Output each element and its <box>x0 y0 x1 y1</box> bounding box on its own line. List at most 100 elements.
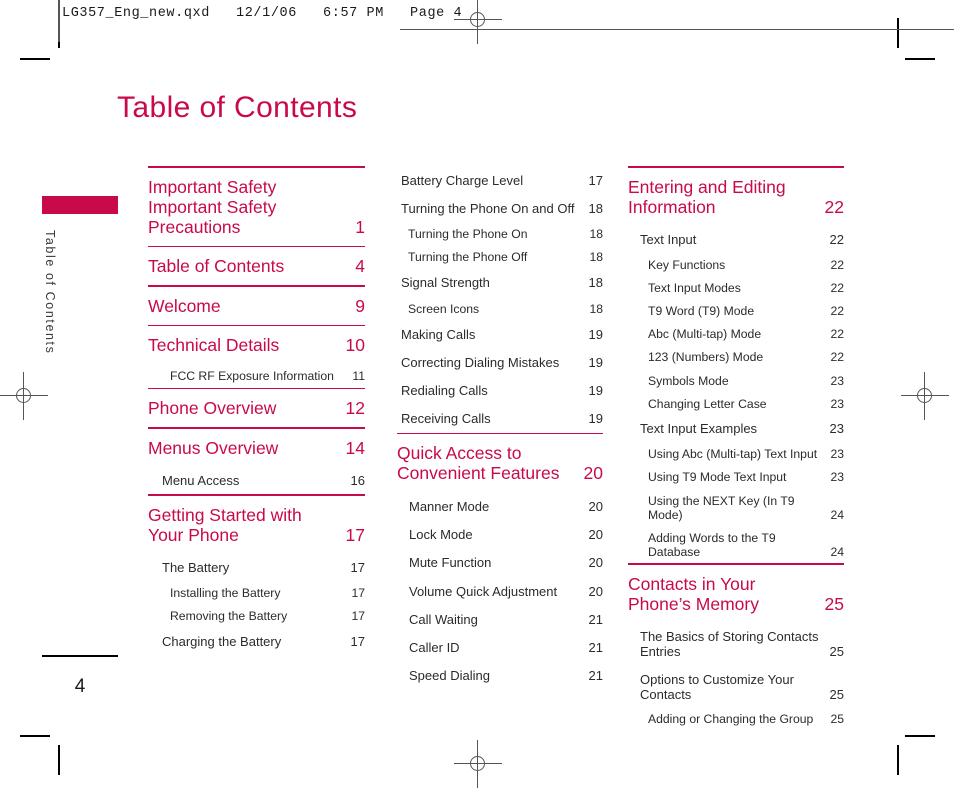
toc-chapter-entry[interactable]: Technical Details 10 <box>148 326 365 364</box>
toc-entry-label: Entering and Editing Information <box>628 176 786 217</box>
toc-sub-entry[interactable]: Speed Dialing 21 <box>397 662 603 690</box>
toc-sub-entry[interactable]: Turning the Phone On and Off 18 <box>397 194 603 222</box>
toc-sub-entry[interactable]: Signal Strength 18 <box>397 269 603 297</box>
crop-mark-top-right-horizontal <box>905 58 935 60</box>
toc-sub-entry[interactable]: Redialing Calls 19 <box>397 377 603 405</box>
toc-entry-page-number: 17 <box>351 585 365 600</box>
toc-entry-label: Turning the Phone On <box>408 226 528 241</box>
toc-chapter-entry[interactable]: Welcome 9 <box>148 287 365 325</box>
toc-sub-entry[interactable]: Turning the Phone Off 18 <box>397 246 603 269</box>
toc-sub-entry[interactable]: The Basics of Storing Contacts Entries 25 <box>628 623 844 665</box>
toc-sub-entry[interactable]: T9 Word (T9) Mode 22 <box>628 299 844 322</box>
toc-sub-entry[interactable]: Key Functions 22 <box>628 253 844 276</box>
toc-sub-entry[interactable]: Symbols Mode 23 <box>628 369 844 392</box>
toc-entry-page-number: 12 <box>345 398 365 419</box>
toc-entry-label: Menu Access <box>162 472 240 488</box>
toc-chapter-entry[interactable]: Important Safety Important Safety Precau… <box>148 168 365 246</box>
toc-sub-entry[interactable]: Screen Icons 18 <box>397 297 603 320</box>
toc-entry-page-number: 17 <box>350 559 365 575</box>
toc-entry-label: Table of Contents <box>148 256 285 277</box>
toc-sub-entry[interactable]: FCC RF Exposure Information 11 <box>148 364 365 387</box>
registration-mark-bottom <box>454 740 502 788</box>
toc-sub-entry[interactable]: Changing Letter Case 23 <box>628 392 844 415</box>
toc-sub-entry[interactable]: 123 (Numbers) Mode 22 <box>628 346 844 369</box>
toc-entry-page-number: 20 <box>588 499 603 515</box>
toc-sub-entry[interactable]: Correcting Dialing Mistakes 19 <box>397 348 603 376</box>
toc-entry-label: Options to Customize Your Contacts <box>640 671 794 702</box>
toc-entry-label: Contacts in Your Phone’s Memory <box>628 574 759 614</box>
toc-entry-page-number: 22 <box>830 350 844 365</box>
toc-sub-entry[interactable]: Charging the Battery 17 <box>148 627 365 654</box>
toc-entry-label: Lock Mode <box>409 527 473 543</box>
toc-sub-entry[interactable]: Text Input 22 <box>628 226 844 253</box>
toc-chapter-entry[interactable]: Contacts in Your Phone’s Memory 25 <box>628 565 844 623</box>
toc-entry-page-number: 22 <box>830 257 844 272</box>
toc-sub-entry[interactable]: Manner Mode 20 <box>397 492 603 520</box>
toc-entry-page-number: 18 <box>588 275 603 291</box>
toc-sub-entry[interactable]: Mute Function 20 <box>397 549 603 577</box>
toc-chapter-entry[interactable]: Phone Overview 12 <box>148 389 365 427</box>
toc-sub-entry[interactable]: Menu Access 16 <box>148 467 365 494</box>
toc-entry-page-number: 17 <box>350 633 365 649</box>
toc-entry-page-number: 11 <box>352 368 365 383</box>
toc-entry-label: Welcome <box>148 295 221 316</box>
toc-column-3: Entering and Editing Information 22 Text I… <box>628 166 844 731</box>
toc-entry-page-number: 23 <box>829 421 844 437</box>
toc-entry-label: Quick Access to Convenient Features <box>397 443 560 484</box>
toc-sub-entry[interactable]: Options to Customize Your Contacts 25 <box>628 665 844 707</box>
toc-entry-label: Manner Mode <box>409 499 490 515</box>
toc-entry-page-number: 21 <box>588 611 603 627</box>
toc-entry-label: Adding or Changing the Group <box>648 712 814 727</box>
toc-sub-entry[interactable]: Using the NEXT Key (In T9 Mode) 24 <box>628 489 844 526</box>
toc-entry-label: Speed Dialing <box>409 668 490 684</box>
toc-chapter-entry[interactable]: Table of Contents 4 <box>148 247 365 285</box>
page-title: Table of Contents <box>117 91 358 124</box>
registration-mark-circle <box>16 388 31 403</box>
toc-entry-label: Removing the Battery <box>170 608 288 623</box>
toc-entry-page-number: 18 <box>589 301 603 316</box>
toc-entry-page-number: 18 <box>589 226 603 241</box>
toc-entry-label: Receiving Calls <box>401 411 491 427</box>
toc-entry-page-number: 9 <box>355 295 365 316</box>
toc-sub-entry[interactable]: The Battery 17 <box>148 554 365 581</box>
toc-sub-entry[interactable]: Removing the Battery 17 <box>148 604 365 627</box>
toc-sub-entry[interactable]: Text Input Modes 22 <box>628 276 844 299</box>
toc-sub-entry[interactable]: Using Abc (Multi-tap) Text Input 23 <box>628 443 844 466</box>
toc-sub-entry[interactable]: Call Waiting 21 <box>397 605 603 633</box>
toc-entry-label: Screen Icons <box>408 301 480 316</box>
toc-sub-entry[interactable]: Adding Words to the T9 Database 24 <box>628 526 844 563</box>
toc-entry-page-number: 18 <box>588 200 603 216</box>
toc-sub-entry[interactable]: Receiving Calls 19 <box>397 405 603 433</box>
toc-entry-label: Volume Quick Adjustment <box>409 583 558 599</box>
toc-sub-entry[interactable]: Making Calls 19 <box>397 320 603 348</box>
toc-chapter-entry[interactable]: Entering and Editing Information 22 <box>628 168 844 226</box>
toc-sub-entry[interactable]: Adding or Changing the Group 25 <box>628 708 844 731</box>
toc-entry-label: Redialing Calls <box>401 383 488 399</box>
toc-sub-entry[interactable]: Caller ID 21 <box>397 633 603 661</box>
toc-entry-label: Symbols Mode <box>648 373 729 388</box>
toc-entry-page-number: 23 <box>830 470 844 485</box>
toc-sub-entry[interactable]: Turning the Phone On 18 <box>397 222 603 245</box>
toc-sub-entry[interactable]: Battery Charge Level 17 <box>397 166 603 194</box>
toc-entry-label: Text Input Modes <box>648 280 741 295</box>
toc-entry-page-number: 17 <box>351 608 365 623</box>
toc-sub-entry[interactable]: Lock Mode 20 <box>397 521 603 549</box>
toc-entry-page-number: 20 <box>583 463 603 484</box>
toc-sub-entry[interactable]: Abc (Multi-tap) Mode 22 <box>628 323 844 346</box>
toc-chapter-entry[interactable]: Getting Started with Your Phone 17 <box>148 496 365 554</box>
crop-mark-top-left-horizontal <box>20 58 50 60</box>
slug-rule-under <box>400 29 954 30</box>
toc-sub-entry[interactable]: Using T9 Mode Text Input 23 <box>628 466 844 489</box>
toc-entry-page-number: 19 <box>588 326 603 342</box>
page-number: 4 <box>74 676 86 697</box>
toc-chapter-entry[interactable]: Quick Access to Convenient Features 20 <box>397 434 603 492</box>
toc-sub-entry[interactable]: Volume Quick Adjustment 20 <box>397 577 603 605</box>
toc-entry-page-number: 22 <box>830 327 844 342</box>
side-tab-marker <box>42 196 118 214</box>
toc-sub-entry[interactable]: Installing the Battery 17 <box>148 581 365 604</box>
toc-sub-entry[interactable]: Text Input Examples 23 <box>628 415 844 442</box>
crop-mark-bottom-left-vertical <box>58 745 60 775</box>
toc-chapter-entry[interactable]: Menus Overview 14 <box>148 429 365 467</box>
slug-text: LG357_Eng_new.qxd 12/1/06 6:57 PM Page 4 <box>62 6 463 21</box>
toc-entry-page-number: 20 <box>588 583 603 599</box>
